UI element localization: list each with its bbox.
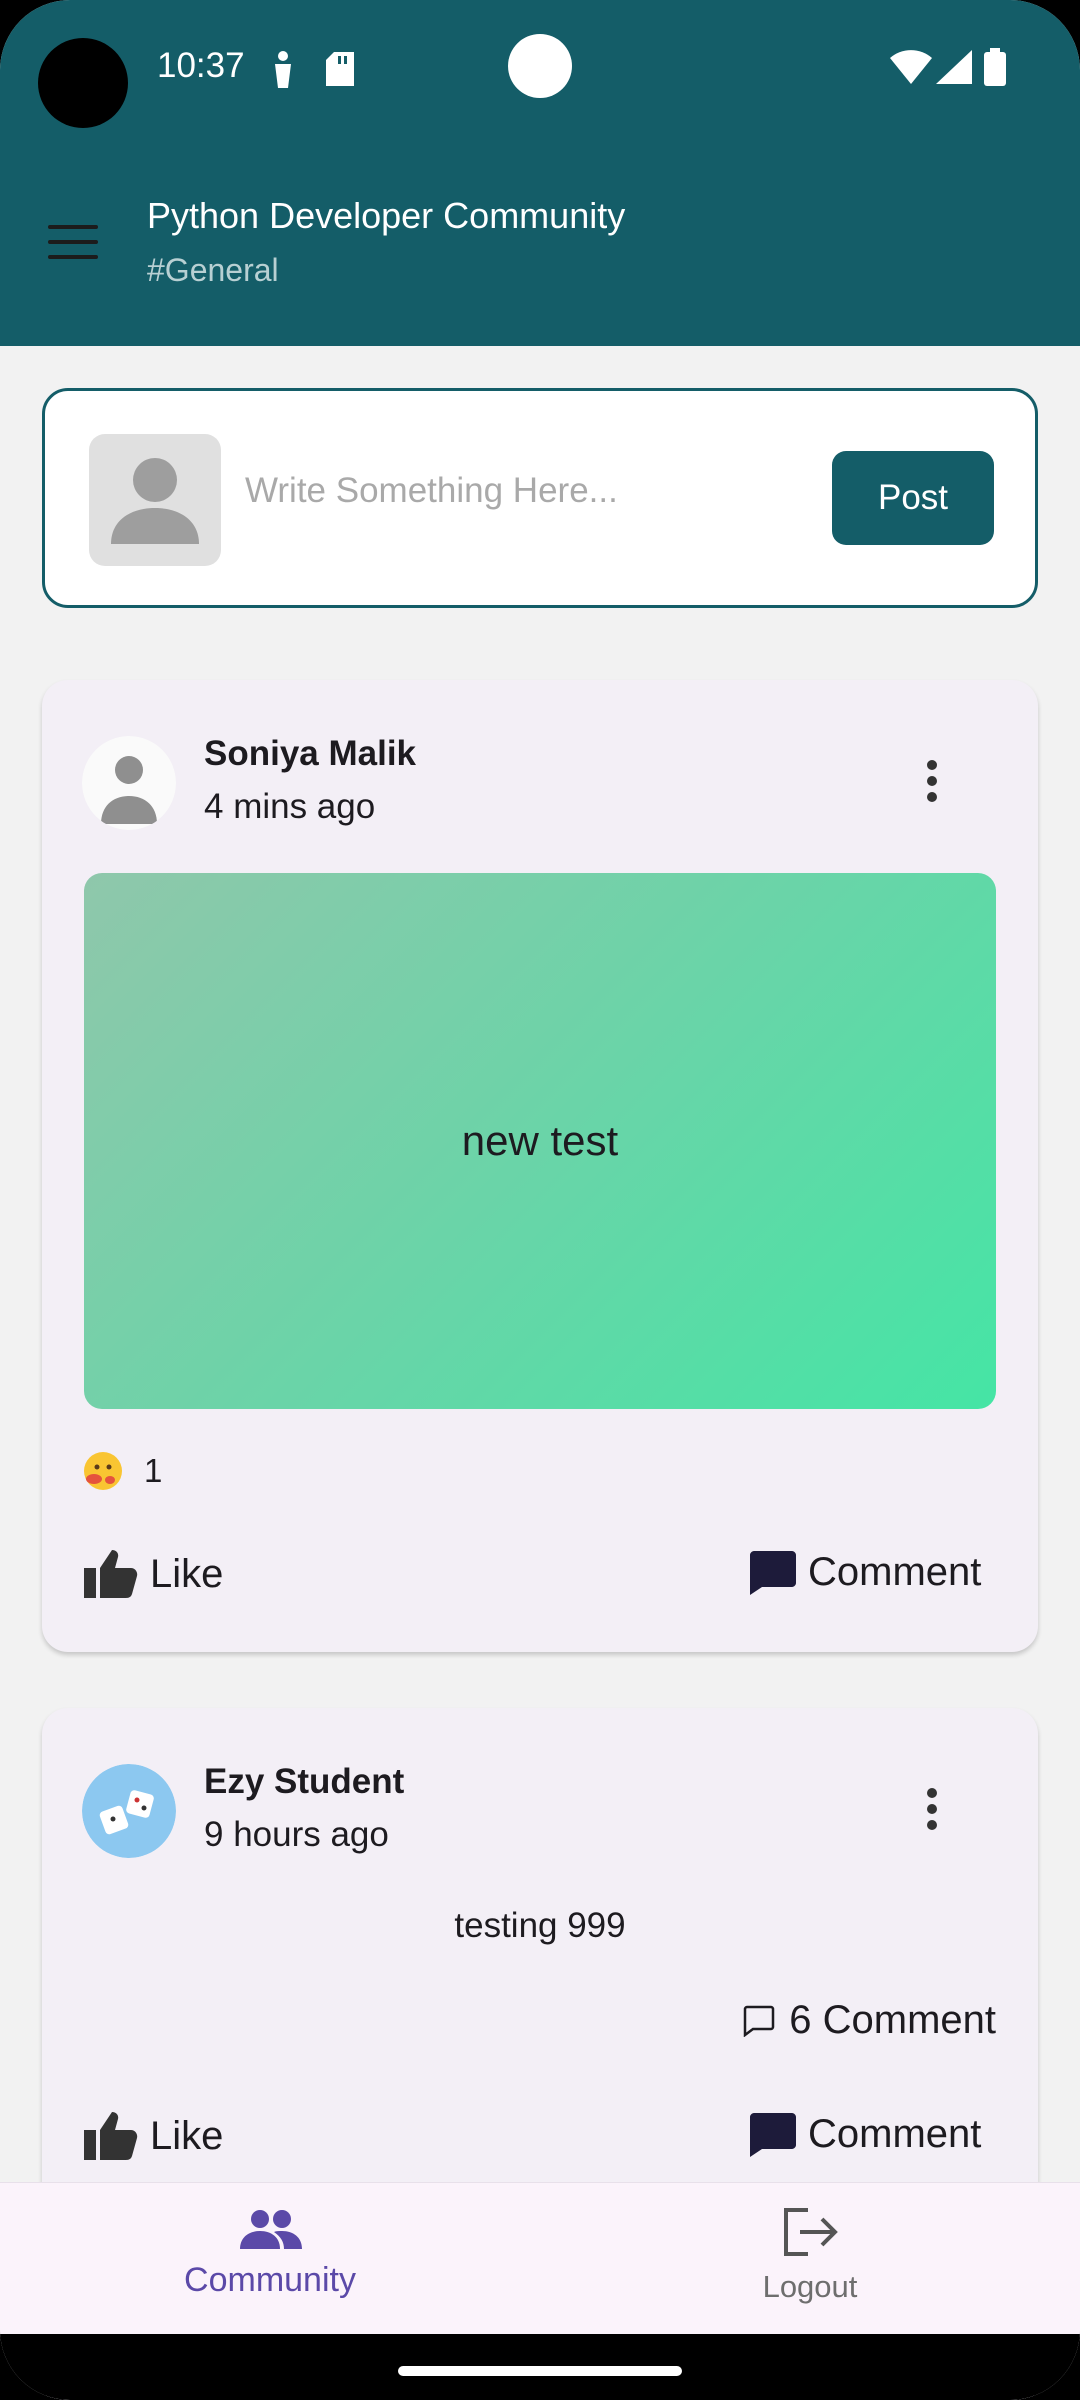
post-timestamp: 4 mins ago — [204, 787, 376, 826]
channel-name: #General — [147, 252, 279, 288]
sd-card-icon — [326, 52, 354, 86]
post-timestamp: 9 hours ago — [204, 1815, 389, 1854]
post-composer: Post — [42, 388, 1038, 608]
bottom-navigation: Community Logout — [0, 2182, 1080, 2334]
chat-bubble-outline-icon — [744, 2005, 775, 2037]
comment-label: Comment — [808, 2112, 982, 2156]
home-gesture-bar[interactable] — [398, 2366, 682, 2376]
like-label: Like — [150, 1551, 224, 1596]
comment-label: Comment — [808, 1550, 982, 1594]
comment-count-label: 6 Comment — [789, 1998, 996, 2042]
more-vert-icon[interactable] — [920, 1788, 944, 1836]
comment-button[interactable]: Comment — [750, 2112, 981, 2157]
app-header: 10:37 Python Developer Community #Genera… — [0, 0, 1080, 346]
post-content-card: new test — [84, 873, 996, 1409]
comment-button[interactable]: Comment — [750, 1550, 981, 1595]
like-label: Like — [150, 2113, 224, 2158]
group-icon — [240, 2210, 302, 2249]
status-time: 10:37 — [157, 46, 245, 85]
comment-icon — [750, 2112, 796, 2157]
logout-icon — [784, 2208, 838, 2256]
thumb-up-icon — [84, 2112, 138, 2160]
post-content-text: new test — [461, 1117, 619, 1164]
like-button[interactable]: Like — [84, 1550, 223, 1598]
nav-logout-label: Logout — [762, 2269, 858, 2304]
nav-logout[interactable]: Logout — [540, 2183, 1080, 2335]
camera-cutout — [508, 34, 572, 98]
reaction-count: 1 — [144, 1452, 163, 1489]
author-name[interactable]: Soniya Malik — [204, 734, 416, 774]
author-avatar[interactable] — [82, 1764, 176, 1858]
signal-icon — [936, 50, 972, 84]
post-content-text: testing 999 — [454, 1906, 626, 1945]
more-vert-icon[interactable] — [920, 760, 944, 808]
wifi-icon — [890, 50, 932, 84]
like-button[interactable]: Like — [84, 2112, 223, 2160]
thumb-up-icon — [84, 1550, 138, 1598]
emoji-icon — [84, 1452, 122, 1490]
reaction-summary[interactable]: 1 — [84, 1452, 162, 1490]
menu-icon[interactable] — [48, 225, 98, 261]
dice-avatar-icon — [82, 1764, 176, 1858]
person-icon — [111, 458, 199, 544]
front-camera — [38, 38, 128, 128]
user-avatar — [89, 434, 221, 566]
author-name[interactable]: Ezy Student — [204, 1762, 404, 1802]
comment-count[interactable]: 6 Comment — [743, 1998, 996, 2043]
nav-community[interactable]: Community — [0, 2183, 540, 2335]
nav-community-label: Community — [184, 2261, 356, 2299]
post-button[interactable]: Post — [832, 451, 994, 545]
post-input[interactable] — [245, 461, 805, 521]
person-icon — [82, 736, 176, 830]
author-avatar[interactable] — [82, 736, 176, 830]
app-screen: 10:37 Python Developer Community #Genera… — [0, 0, 1080, 2400]
accessibility-icon — [275, 51, 291, 88]
page-title: Python Developer Community — [147, 195, 626, 236]
comment-icon — [750, 1550, 796, 1595]
post-card: Soniya Malik 4 mins ago new test 1 Like … — [42, 680, 1038, 1652]
battery-icon — [984, 48, 1006, 86]
